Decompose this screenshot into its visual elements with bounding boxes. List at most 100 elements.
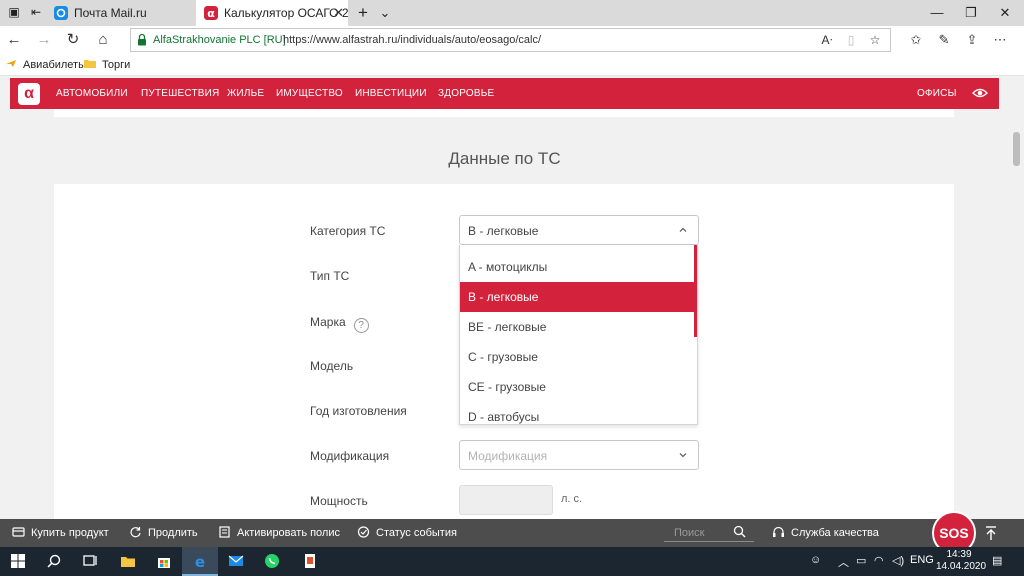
option-b[interactable]: B - легковые (460, 282, 696, 312)
quality-service-button[interactable]: Служба качества (772, 526, 879, 539)
edge-browser-icon: e (195, 553, 205, 569)
tab-list-chevron-icon[interactable]: ⌄ (376, 0, 394, 26)
quality-service-label: Служба качества (791, 527, 879, 539)
windows-logo-icon (11, 554, 25, 568)
wifi-icon[interactable]: ◠ (874, 554, 884, 567)
category-value: B - легковые (468, 224, 539, 238)
label-year: Год изготовления (310, 404, 407, 418)
refresh-icon[interactable]: ↻ (63, 30, 83, 50)
category-dropdown: A - мотоциклы B - легковые BE - легковые… (459, 245, 698, 425)
restore-window-icon[interactable]: ❐ (954, 0, 988, 26)
page-viewport: α АВТОМОБИЛИ ПУТЕШЕСТВИЯ ЖИЛЬЕ ИМУЩЕСТВО… (0, 77, 1009, 519)
taskbar-store[interactable] (146, 547, 182, 576)
start-button[interactable] (0, 547, 36, 576)
power-unit: л. с. (561, 493, 583, 505)
label-power: Мощность (310, 494, 368, 508)
task-view-button[interactable] (72, 547, 108, 576)
favorite-star-icon[interactable]: ☆ (867, 32, 883, 48)
search-icon (47, 554, 61, 568)
svg-text:e: e (195, 553, 205, 569)
nav-housing[interactable]: ЖИЛЬЕ (227, 88, 264, 99)
option-be[interactable]: BE - легковые (460, 312, 696, 342)
nav-offices[interactable]: ОФИСЫ (917, 88, 957, 99)
alfa-logo[interactable]: α (18, 83, 40, 105)
clock[interactable]: 14:39 14.04.2020 (936, 549, 987, 573)
tab-mail[interactable]: Почта Mail.ru (46, 0, 194, 26)
close-window-icon[interactable]: ✕ (988, 0, 1022, 26)
renew-label: Продлить (148, 527, 198, 539)
address-bar[interactable]: AlfaStrakhovanie PLC [RU] https://www.al… (130, 28, 891, 52)
notifications-icon[interactable]: ▤ (992, 554, 1002, 567)
nav-investments[interactable]: ИНВЕСТИЦИИ (355, 88, 427, 99)
category-select[interactable]: B - легковые (459, 215, 699, 245)
home-icon[interactable]: ⌂ (93, 30, 113, 50)
chevron-up-icon (679, 227, 687, 232)
activate-policy-button[interactable]: Активировать полис (218, 526, 340, 539)
power-input[interactable] (459, 485, 553, 515)
pen-notes-icon[interactable]: ✎ (934, 30, 954, 50)
minimize-window-icon[interactable]: — (920, 0, 954, 26)
nav-travel[interactable]: ПУТЕШЕСТВИЯ (141, 88, 219, 99)
mail-envelope-icon (228, 555, 244, 566)
event-status-button[interactable]: Статус события (357, 526, 457, 539)
close-tab-icon[interactable]: ✕ (333, 0, 344, 26)
renew-button[interactable]: Продлить (129, 526, 198, 539)
modification-select[interactable]: Модификация (459, 440, 699, 470)
favorite-label: Авиабилеты (23, 59, 87, 71)
label-brand-text: Марка (310, 315, 346, 329)
buy-product-button[interactable]: Купить продукт (12, 526, 109, 539)
taskbar-mail[interactable] (218, 547, 254, 576)
scrollbar-thumb[interactable] (1013, 132, 1020, 166)
taskbar-whatsapp[interactable] (254, 547, 290, 576)
plane-icon (6, 60, 16, 67)
tray-overflow-chevron-icon[interactable]: ︿ (838, 554, 849, 570)
favorite-aviatickets[interactable]: Авиабилеты (5, 58, 86, 71)
dropdown-scrollbar[interactable] (694, 245, 697, 337)
buy-product-label: Купить продукт (31, 527, 109, 539)
set-tabs-aside-icon[interactable]: ⇤ (28, 4, 44, 20)
taskbar-edge[interactable]: e (182, 547, 218, 576)
back-arrow-icon[interactable]: ← (4, 30, 24, 50)
nav-property[interactable]: ИМУЩЕСТВО (276, 88, 343, 99)
nav-health[interactable]: ЗДОРОВЬЕ (438, 88, 494, 99)
lock-icon (138, 33, 146, 46)
share-icon[interactable]: ⇪ (962, 30, 982, 50)
new-tab-button[interactable]: + (352, 0, 374, 26)
option-ce[interactable]: CE - грузовые (460, 372, 696, 402)
clock-time: 14:39 (946, 549, 972, 560)
help-icon[interactable]: ? (353, 318, 369, 333)
forward-arrow-icon[interactable]: → (34, 30, 54, 50)
favorites-bar: Авиабилеты Торги (0, 54, 1024, 76)
option-d[interactable]: D - автобусы (460, 402, 696, 424)
read-aloud-icon[interactable]: Aᐧ (819, 32, 835, 48)
option-a[interactable]: A - мотоциклы (460, 252, 696, 282)
volume-icon[interactable]: ◁) (892, 554, 904, 567)
eye-icon[interactable] (972, 86, 988, 100)
more-menu-icon[interactable]: ⋯ (990, 30, 1010, 50)
scroll-top-arrow-icon[interactable] (984, 525, 998, 541)
site-identity[interactable]: AlfaStrakhovanie PLC [RU] (153, 34, 286, 46)
page-scrollbar[interactable] (1009, 77, 1024, 519)
battery-icon[interactable]: ▭ (856, 554, 866, 567)
favorite-torgi[interactable]: Торги (84, 58, 130, 71)
people-icon[interactable]: ☺ (810, 554, 821, 566)
refresh-icon (130, 527, 141, 538)
option-c[interactable]: C - грузовые (460, 342, 696, 372)
reading-view-icon[interactable]: ▯ (843, 32, 859, 48)
taskbar-explorer[interactable] (110, 547, 146, 576)
tab-overview-icon[interactable]: ▣ (6, 4, 22, 20)
site-search[interactable]: Поиск (664, 524, 754, 542)
taskbar-app[interactable] (292, 547, 328, 576)
input-language[interactable]: ENG (910, 554, 934, 566)
search-placeholder: Поиск (674, 527, 705, 539)
tab-osago-calculator[interactable]: α Калькулятор ОСАГО 20 ✕ (196, 0, 348, 26)
clock-date: 14.04.2020 (936, 561, 987, 572)
favorites-hub-icon[interactable]: ✩ (906, 30, 926, 50)
tab-title: Почта Mail.ru (74, 6, 147, 20)
search-icon[interactable] (733, 525, 746, 538)
url-text[interactable]: https://www.alfastrah.ru/individuals/aut… (283, 34, 541, 46)
label-model: Модель (310, 359, 354, 373)
browser-tab-bar: ▣ ⇤ Почта Mail.ru α Калькулятор ОСАГО 20… (0, 0, 1024, 26)
taskbar-search[interactable] (36, 547, 72, 576)
nav-auto[interactable]: АВТОМОБИЛИ (56, 88, 128, 99)
